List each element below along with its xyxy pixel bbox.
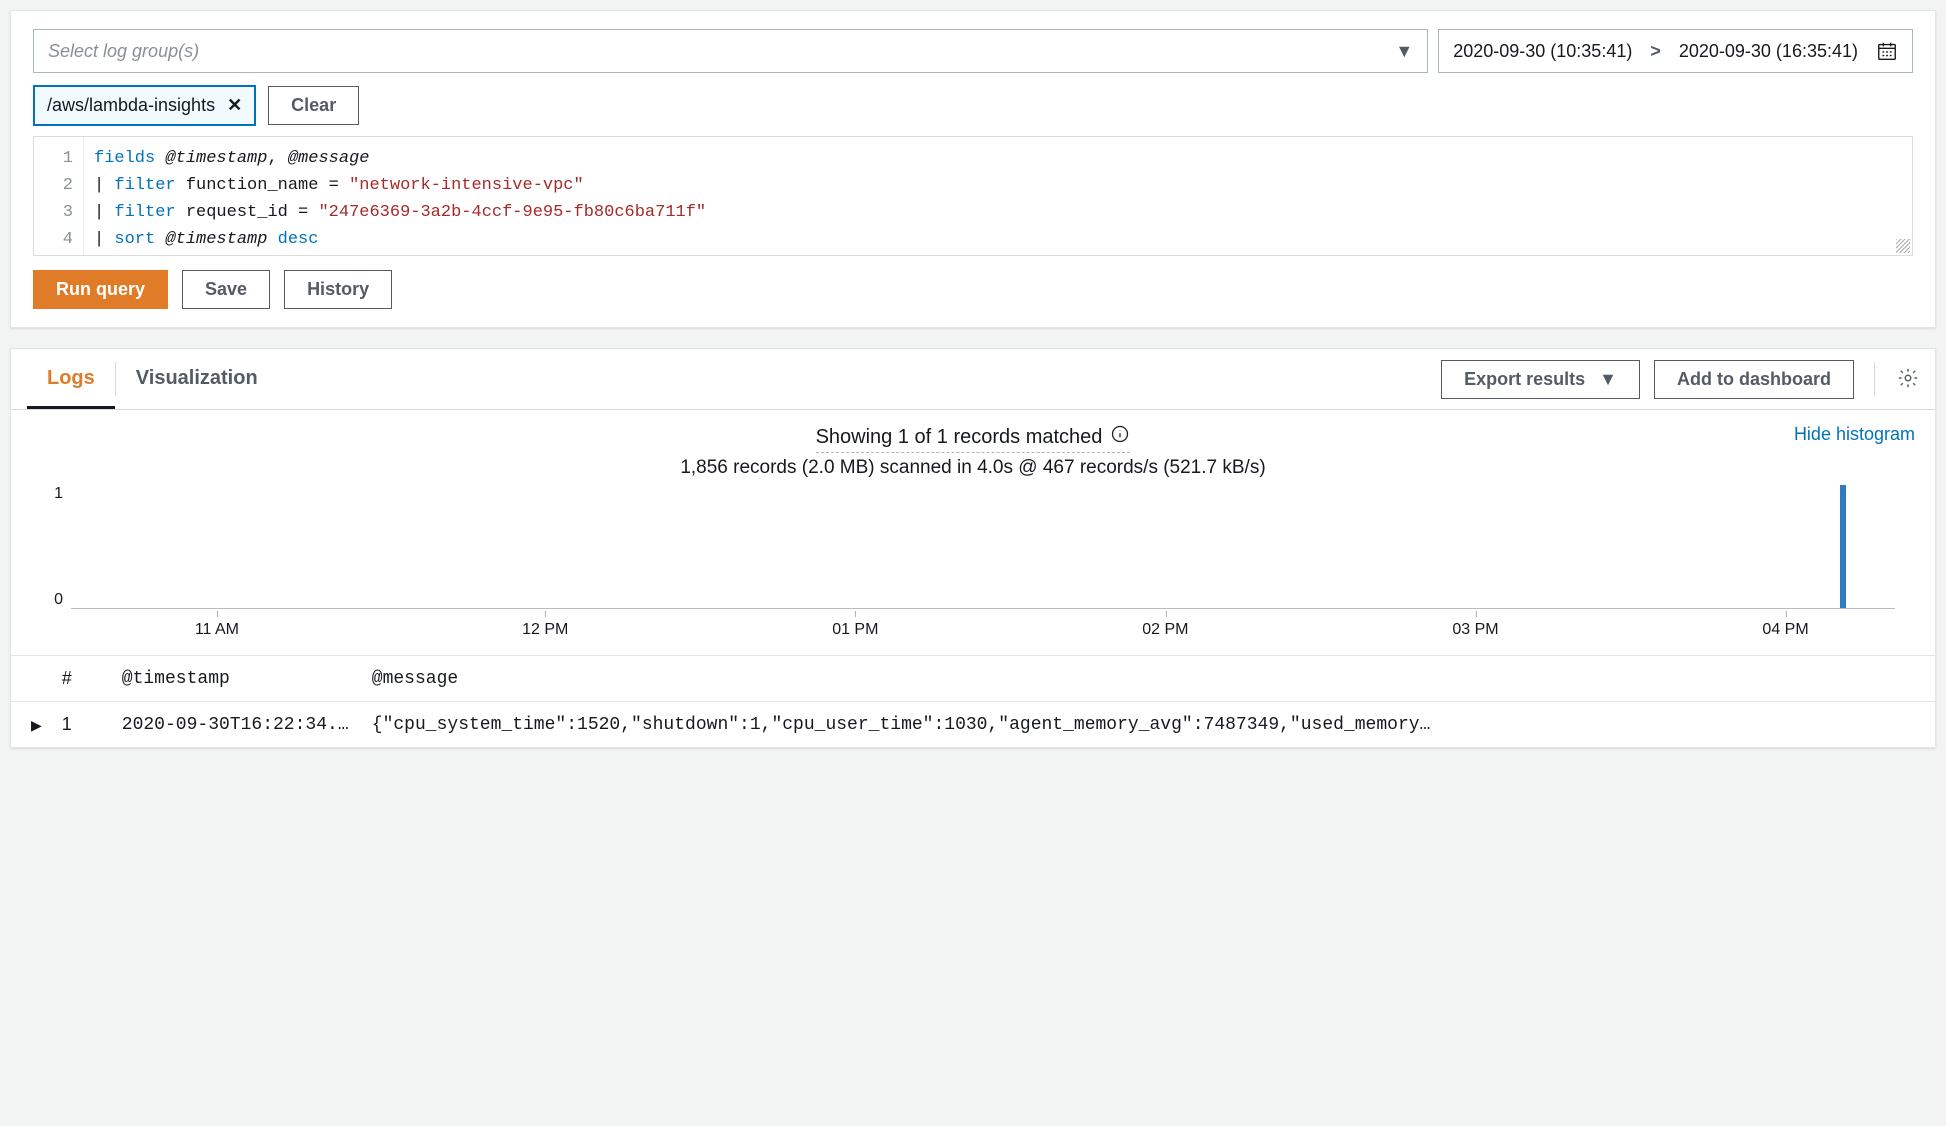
histogram-x-tick: 12 PM [522, 621, 568, 639]
save-button[interactable]: Save [182, 270, 270, 309]
log-group-placeholder: Select log group(s) [48, 41, 199, 62]
histogram-chart: 1 0 11 AM12 PM01 PM02 PM03 PM04 PM [71, 485, 1895, 645]
query-panel: Select log group(s) ▼ 2020-09-30 (10:35:… [10, 10, 1936, 328]
clear-button[interactable]: Clear [268, 86, 359, 125]
editor-gutter: 1 2 3 4 [34, 137, 84, 255]
col-header-num[interactable]: # [52, 656, 112, 702]
remove-tag-icon[interactable]: ✕ [227, 95, 242, 116]
histogram-x-tick: 04 PM [1762, 621, 1808, 639]
log-group-select[interactable]: Select log group(s) ▼ [33, 29, 1428, 73]
expand-row-icon[interactable]: ▶ [31, 717, 42, 733]
table-row[interactable]: ▶ 12020-09-30T16:22:34.…{"cpu_system_time… [11, 702, 1935, 748]
editor-code[interactable]: fields @timestamp, @message| filter func… [84, 137, 716, 255]
histogram-x-axis: 11 AM 12 PM 01 PM 02 PM 03 PM 04 PM [71, 615, 1895, 645]
add-to-dashboard-button[interactable]: Add to dashboard [1654, 360, 1854, 399]
chevron-right-icon: > [1650, 41, 1661, 62]
histogram-plot [71, 485, 1895, 609]
results-summary: Showing 1 of 1 records matched 1,856 rec… [11, 410, 1935, 485]
results-panel: Logs Visualization Export results ▼ Add … [10, 348, 1936, 748]
table-header-row: # @timestamp @message [11, 656, 1935, 702]
tab-visualization[interactable]: Visualization [116, 349, 278, 409]
selected-log-group-name: /aws/lambda-insights [47, 95, 215, 116]
hide-histogram-link[interactable]: Hide histogram [1794, 424, 1915, 445]
code-line: | filter function_name = "network-intens… [94, 172, 706, 199]
cell-num: 1 [52, 702, 112, 748]
export-results-button[interactable]: Export results ▼ [1441, 360, 1640, 399]
col-header-timestamp[interactable]: @timestamp [112, 656, 362, 702]
summary-scanned: 1,856 records (2.0 MB) scanned in 4.0s @… [31, 457, 1915, 479]
results-table: # @timestamp @message ▶ 12020-09-30T16:22… [11, 655, 1935, 747]
time-to: 2020-09-30 (16:35:41) [1679, 41, 1858, 62]
selected-log-group-tag: /aws/lambda-insights ✕ [33, 85, 256, 126]
histogram-x-tick: 01 PM [832, 621, 878, 639]
histogram-x-tick: 11 AM [195, 621, 239, 639]
time-range-picker[interactable]: 2020-09-30 (10:35:41) > 2020-09-30 (16:3… [1438, 29, 1913, 73]
tabs-bar: Logs Visualization Export results ▼ Add … [11, 349, 1935, 410]
cell-message: {"cpu_system_time":1520,"shutdown":1,"cp… [362, 702, 1935, 748]
tab-logs[interactable]: Logs [27, 349, 115, 409]
summary-matched: Showing 1 of 1 records matched [816, 426, 1103, 449]
histogram-x-tick: 03 PM [1452, 621, 1498, 639]
time-from: 2020-09-30 (10:35:41) [1453, 41, 1632, 62]
histogram-y-axis: 1 0 [31, 485, 63, 609]
gear-icon[interactable] [1897, 367, 1919, 392]
chevron-down-icon: ▼ [1599, 369, 1617, 390]
editor-resize-handle[interactable] [1896, 239, 1910, 253]
chevron-down-icon: ▼ [1395, 41, 1413, 62]
code-line: | filter request_id = "247e6369-3a2b-4cc… [94, 199, 706, 226]
col-header-message[interactable]: @message [362, 656, 1935, 702]
code-line: fields @timestamp, @message [94, 145, 706, 172]
info-icon[interactable] [1110, 424, 1130, 450]
histogram-x-tick: 02 PM [1142, 621, 1188, 639]
run-query-button[interactable]: Run query [33, 270, 168, 309]
code-line: | sort @timestamp desc [94, 226, 706, 253]
histogram-bar[interactable] [1840, 485, 1846, 608]
history-button[interactable]: History [284, 270, 392, 309]
cell-timestamp: 2020-09-30T16:22:34.… [112, 702, 362, 748]
query-editor[interactable]: 1 2 3 4 fields @timestamp, @message| fil… [33, 136, 1913, 256]
calendar-icon[interactable] [1876, 40, 1898, 62]
